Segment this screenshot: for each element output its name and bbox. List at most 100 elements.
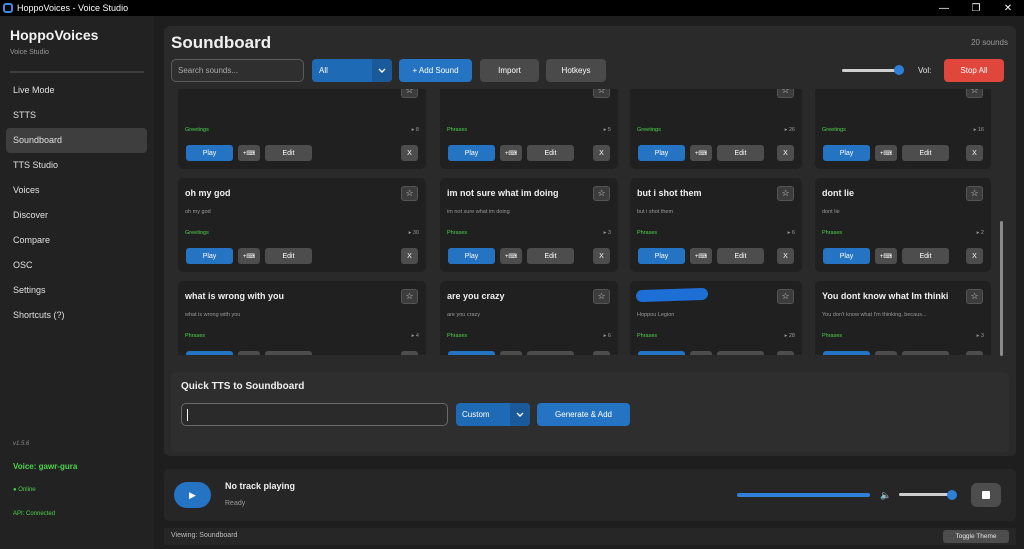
playback-progress-bar[interactable] <box>737 493 870 497</box>
assign-hotkey-button[interactable]: +⌨ <box>500 248 522 264</box>
assign-hotkey-button[interactable]: +⌨ <box>238 351 260 355</box>
sidebar-item-tts-studio[interactable]: TTS Studio <box>6 153 147 178</box>
play-sound-button[interactable]: Play <box>823 248 870 264</box>
volume-label: Vol: <box>918 66 932 75</box>
sidebar-item-settings[interactable]: Settings <box>6 278 147 303</box>
delete-sound-button[interactable]: X <box>593 351 610 355</box>
edit-sound-button[interactable]: Edit <box>902 351 949 355</box>
edit-sound-button[interactable]: Edit <box>717 351 764 355</box>
edit-sound-button[interactable]: Edit <box>527 248 574 264</box>
edit-sound-button[interactable]: Edit <box>717 145 764 161</box>
delete-sound-button[interactable]: X <box>777 145 794 161</box>
sidebar-item-osc[interactable]: OSC <box>6 253 147 278</box>
star-icon[interactable]: ☆ <box>401 289 418 304</box>
assign-hotkey-button[interactable]: +⌨ <box>690 145 712 161</box>
current-voice: Voice: gawr-gura <box>13 462 78 471</box>
sidebar-item-voices[interactable]: Voices <box>6 178 147 203</box>
delete-sound-button[interactable]: X <box>593 248 610 264</box>
chevron-down-icon[interactable] <box>510 403 530 426</box>
delete-sound-button[interactable]: X <box>777 248 794 264</box>
star-icon[interactable]: ☆ <box>966 289 983 304</box>
edit-sound-button[interactable]: Edit <box>265 351 312 355</box>
speaker-icon[interactable]: 🔈 <box>880 490 891 501</box>
delete-sound-button[interactable]: X <box>777 351 794 355</box>
stop-all-button[interactable]: Stop All <box>944 59 1004 82</box>
play-sound-button[interactable]: Play <box>638 248 685 264</box>
star-icon[interactable]: ☆ <box>593 186 610 201</box>
star-icon[interactable]: ☆ <box>401 89 418 98</box>
add-sound-button[interactable]: + Add Sound <box>399 59 472 82</box>
delete-sound-button[interactable]: X <box>593 145 610 161</box>
star-icon[interactable]: ☆ <box>966 186 983 201</box>
delete-sound-button[interactable]: X <box>401 351 418 355</box>
close-button[interactable]: ✕ <box>992 0 1024 16</box>
sidebar-item-soundboard[interactable]: Soundboard <box>6 128 147 153</box>
generate-add-button[interactable]: Generate & Add <box>537 403 630 426</box>
edit-sound-button[interactable]: Edit <box>902 145 949 161</box>
edit-sound-button[interactable]: Edit <box>717 248 764 264</box>
toggle-theme-button[interactable]: Toggle Theme <box>943 530 1009 543</box>
play-sound-button[interactable]: Play <box>823 145 870 161</box>
delete-sound-button[interactable]: X <box>966 145 983 161</box>
sidebar-item-shortcuts[interactable]: Shortcuts (?) <box>6 303 147 328</box>
sound-category: Phrases <box>447 230 468 236</box>
star-icon[interactable]: ☆ <box>966 89 983 98</box>
stop-button[interactable] <box>971 483 1001 507</box>
sound-title: are you crazy <box>447 291 505 301</box>
play-sound-button[interactable]: Play <box>186 145 233 161</box>
edit-sound-button[interactable]: Edit <box>902 248 949 264</box>
volume-slider[interactable] <box>842 69 902 72</box>
import-button[interactable]: Import <box>480 59 539 82</box>
delete-sound-button[interactable]: X <box>401 145 418 161</box>
grid-scrollbar[interactable] <box>1000 221 1003 356</box>
edit-sound-button[interactable]: Edit <box>527 351 574 355</box>
edit-sound-button[interactable]: Edit <box>265 145 312 161</box>
edit-sound-button[interactable]: Edit <box>265 248 312 264</box>
volume-slider-knob[interactable] <box>894 65 904 75</box>
star-icon[interactable]: ☆ <box>593 289 610 304</box>
sidebar-item-discover[interactable]: Discover <box>6 203 147 228</box>
play-sound-button[interactable]: Play <box>638 145 685 161</box>
play-sound-button[interactable]: Play <box>448 248 495 264</box>
assign-hotkey-button[interactable]: +⌨ <box>875 248 897 264</box>
sound-category: Phrases <box>822 333 843 339</box>
quick-tts-voice-select[interactable]: Custom <box>456 403 530 426</box>
sidebar-item-stts[interactable]: STTS <box>6 103 147 128</box>
assign-hotkey-button[interactable]: +⌨ <box>238 145 260 161</box>
player-volume-knob[interactable] <box>947 490 958 500</box>
edit-sound-button[interactable]: Edit <box>527 145 574 161</box>
assign-hotkey-button[interactable]: +⌨ <box>238 248 260 264</box>
star-icon[interactable]: ☆ <box>593 89 610 98</box>
assign-hotkey-button[interactable]: +⌨ <box>875 145 897 161</box>
delete-sound-button[interactable]: X <box>966 351 983 355</box>
chevron-down-icon[interactable] <box>372 59 392 82</box>
play-sound-button[interactable]: Play <box>823 351 870 355</box>
play-button[interactable]: ▶ <box>174 482 211 508</box>
assign-hotkey-button[interactable]: +⌨ <box>500 145 522 161</box>
hotkeys-button[interactable]: Hotkeys <box>546 59 606 82</box>
assign-hotkey-button[interactable]: +⌨ <box>690 248 712 264</box>
star-icon[interactable]: ☆ <box>777 186 794 201</box>
sidebar-item-live-mode[interactable]: Live Mode <box>6 78 147 103</box>
search-input[interactable] <box>171 59 304 82</box>
assign-hotkey-button[interactable]: +⌨ <box>875 351 897 355</box>
play-sound-button[interactable]: Play <box>186 351 233 355</box>
delete-sound-button[interactable]: X <box>401 248 418 264</box>
quick-tts-input[interactable] <box>181 403 448 426</box>
assign-hotkey-button[interactable]: +⌨ <box>500 351 522 355</box>
play-sound-button[interactable]: Play <box>448 145 495 161</box>
category-filter-select[interactable]: All <box>312 59 392 82</box>
star-icon[interactable]: ☆ <box>777 89 794 98</box>
assign-hotkey-button[interactable]: +⌨ <box>690 351 712 355</box>
star-icon[interactable]: ☆ <box>777 289 794 304</box>
minimize-button[interactable]: — <box>928 0 960 16</box>
play-sound-button[interactable]: Play <box>638 351 685 355</box>
play-count: ▸ 4 <box>411 333 419 339</box>
play-count: ▸ 3 <box>976 333 984 339</box>
maximize-button[interactable]: ❐ <box>960 0 992 16</box>
delete-sound-button[interactable]: X <box>966 248 983 264</box>
star-icon[interactable]: ☆ <box>401 186 418 201</box>
play-sound-button[interactable]: Play <box>448 351 495 355</box>
play-sound-button[interactable]: Play <box>186 248 233 264</box>
sidebar-item-compare[interactable]: Compare <box>6 228 147 253</box>
